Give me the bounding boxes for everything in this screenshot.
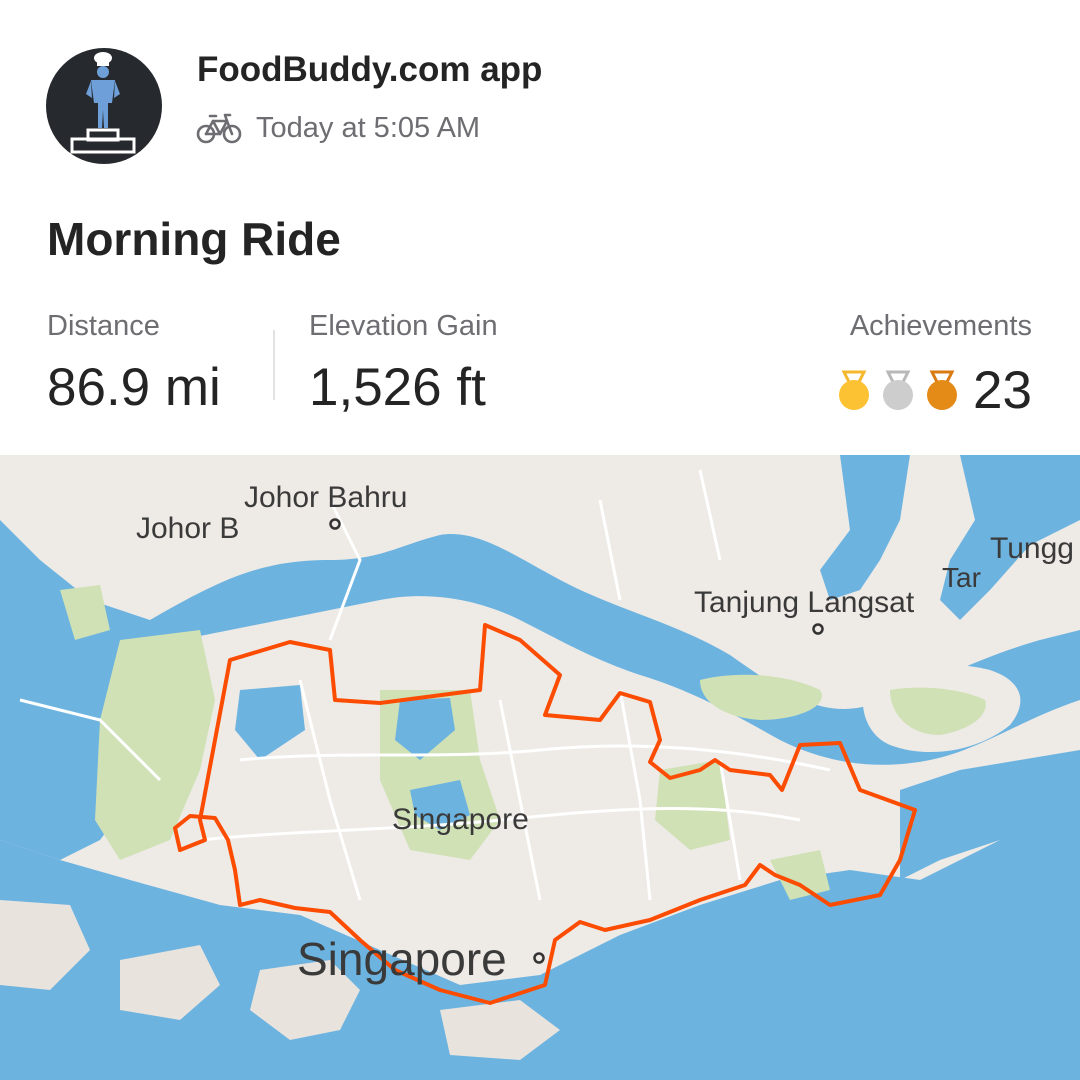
map-label-tungg: Tungg [990, 532, 1074, 565]
achievements-stat[interactable]: 23 [837, 360, 1032, 421]
elevation-stat: Elevation Gain 1,526 ft [309, 310, 498, 418]
athlete-avatar[interactable] [46, 48, 162, 164]
distance-stat: Distance 86.9 mi [47, 310, 221, 418]
map-canvas[interactable]: Johor Bahru Johor B Tanjung Langsat Tung… [0, 455, 1080, 1080]
activity-timestamp: Today at 5:05 AM [256, 111, 481, 144]
map-label-johor-b: Johor B [136, 512, 239, 545]
athlete-name[interactable]: FoodBuddy.com app [197, 50, 542, 90]
map-label-johor-bahru: Johor Bahru [244, 481, 407, 514]
bronze-medal-icon [927, 370, 958, 410]
elevation-value: 1,526 ft [309, 358, 486, 417]
distance-label: Distance [47, 310, 160, 342]
achievements-count: 23 [973, 361, 1032, 420]
gold-medal-icon [839, 370, 870, 410]
bicycle-icon [196, 113, 242, 144]
distance-value: 86.9 mi [47, 358, 221, 417]
activity-title[interactable]: Morning Ride [47, 212, 341, 266]
achievements-label: Achievements [849, 310, 1032, 342]
activity-card[interactable]: FoodBuddy.com app Today at 5:05 AM Morni… [0, 0, 1080, 455]
elevation-label: Elevation Gain [309, 310, 498, 342]
map-label-singapore-center: Singapore [392, 803, 529, 836]
silver-medal-icon [883, 370, 914, 410]
map-label-singapore-city: Singapore [297, 933, 507, 985]
route-map[interactable]: Johor Bahru Johor B Tanjung Langsat Tung… [0, 455, 1080, 1080]
map-label-tanjung-langsat: Tanjung Langsat [694, 586, 915, 619]
activity-meta: Today at 5:05 AM [196, 108, 480, 148]
stat-divider [273, 330, 275, 400]
chef-podium-icon [70, 52, 136, 154]
map-label-tar: Tar [942, 562, 981, 593]
